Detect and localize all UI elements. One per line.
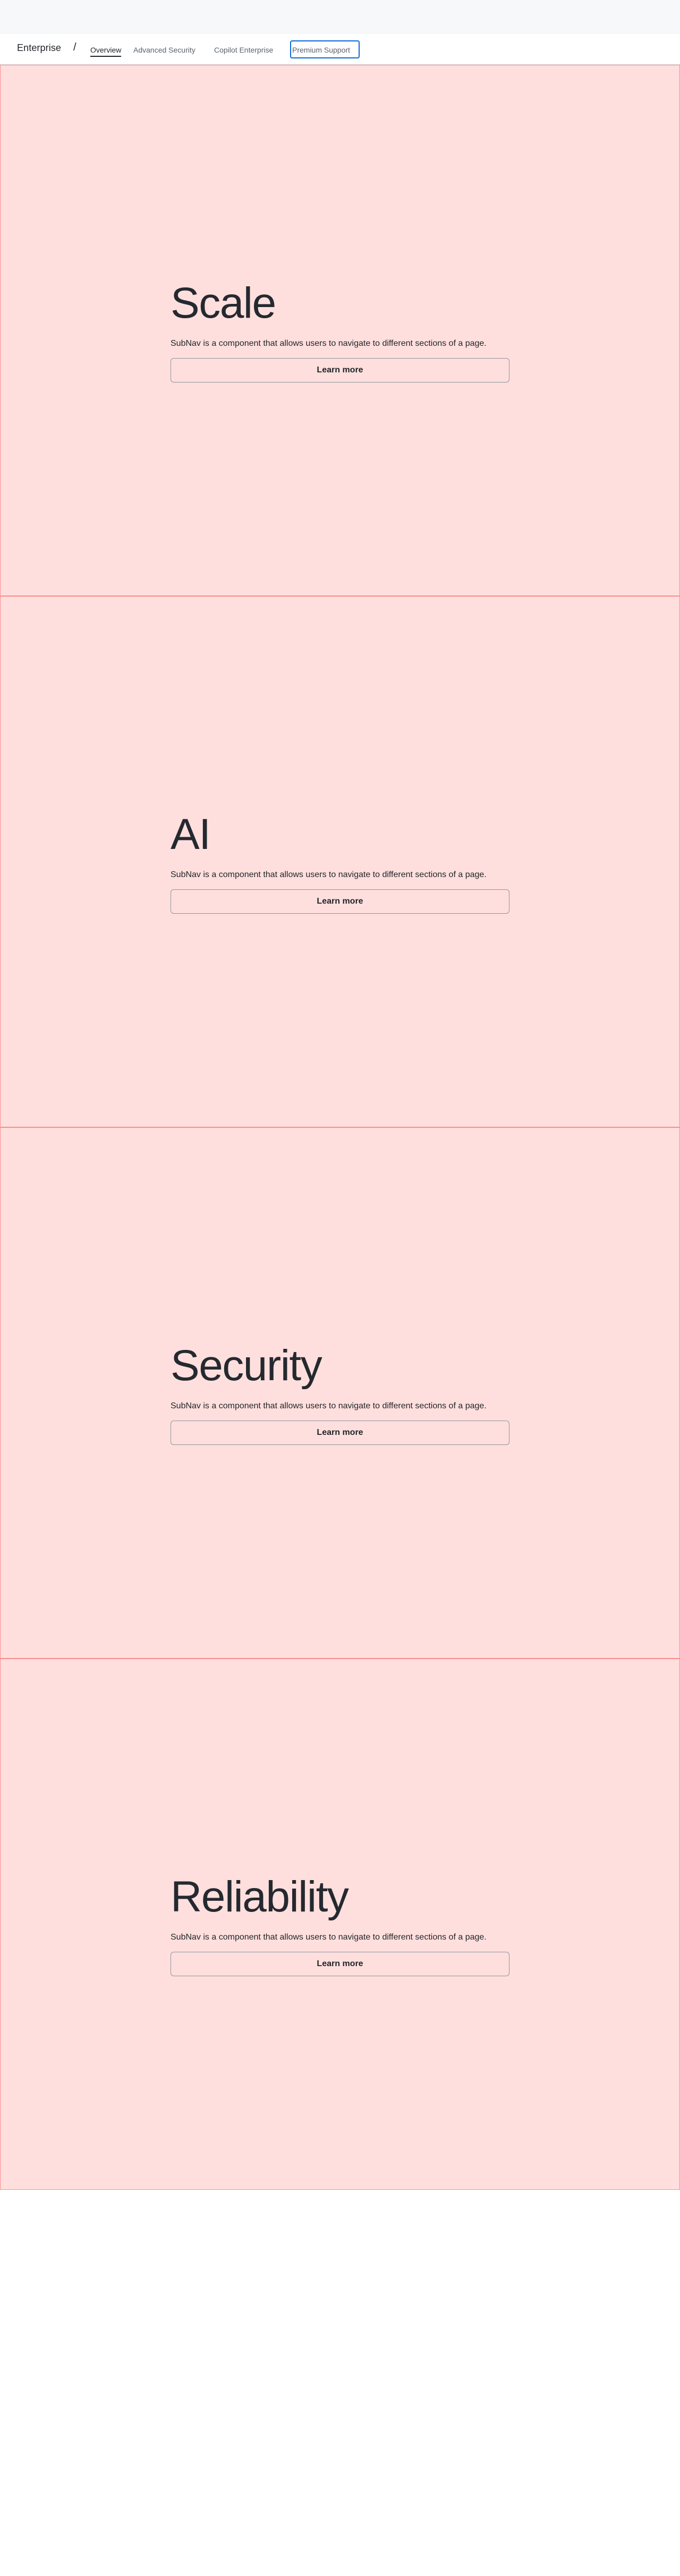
subnav-heading[interactable]: Enterprise <box>17 42 61 54</box>
section-title: Reliability <box>171 1873 349 1921</box>
section-title: Scale <box>171 279 276 327</box>
sub-nav: Enterprise / Overview Advanced Security … <box>0 34 680 65</box>
learn-more-button[interactable]: Learn more <box>171 358 509 382</box>
section-description: SubNav is a component that allows users … <box>171 1401 487 1410</box>
section-content: Security SubNav is a component that allo… <box>171 1344 511 1445</box>
subnav-link-overview[interactable]: Overview <box>90 46 121 54</box>
focus-ring <box>290 40 360 58</box>
section-content: Scale SubNav is a component that allows … <box>171 282 511 382</box>
section-title: Security <box>171 1341 322 1390</box>
learn-more-button[interactable]: Learn more <box>171 1421 509 1445</box>
learn-more-button[interactable]: Learn more <box>171 889 509 914</box>
section-description: SubNav is a component that allows users … <box>171 870 487 879</box>
active-link-underline <box>90 56 121 57</box>
section-scale: Scale SubNav is a component that allows … <box>0 65 680 596</box>
top-bar <box>0 0 680 34</box>
section-security: Security SubNav is a component that allo… <box>0 1127 680 1659</box>
section-content: AI SubNav is a component that allows use… <box>171 813 511 914</box>
section-title: AI <box>171 810 211 858</box>
section-description: SubNav is a component that allows users … <box>171 339 487 348</box>
subnav-link-copilot-enterprise[interactable]: Copilot Enterprise <box>214 46 273 54</box>
subnav-separator: / <box>73 41 76 53</box>
section-content: Reliability SubNav is a component that a… <box>171 1875 511 1976</box>
section-ai: AI SubNav is a component that allows use… <box>0 596 680 1127</box>
learn-more-button[interactable]: Learn more <box>171 1952 509 1976</box>
subnav-link-advanced-security[interactable]: Advanced Security <box>133 46 196 54</box>
section-description: SubNav is a component that allows users … <box>171 1933 487 1942</box>
section-reliability: Reliability SubNav is a component that a… <box>0 1659 680 2190</box>
